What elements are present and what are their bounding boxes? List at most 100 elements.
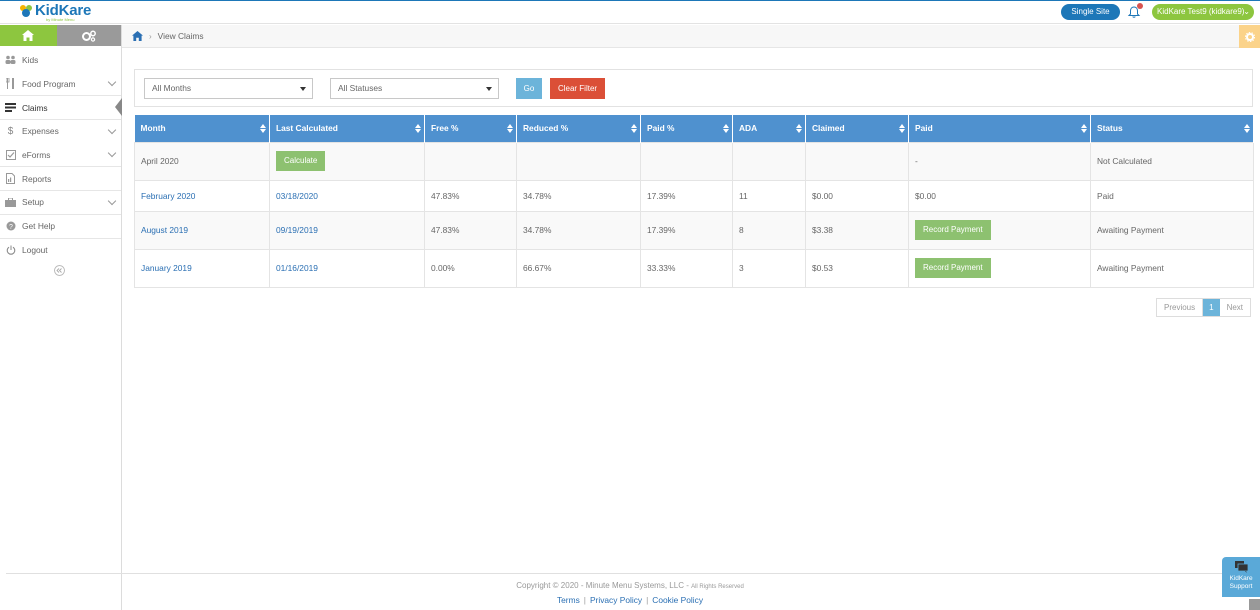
cell-last-calculated: 03/18/2020 [269,179,425,212]
sidebar-item-claims[interactable]: Claims [0,95,122,119]
cell-free-pct: 47.83% [424,179,517,212]
clear-filter-button[interactable]: Clear Filter [550,78,605,99]
column-header-last-calculated[interactable]: Last Calculated [269,115,425,142]
cell-status: Paid [1090,179,1254,212]
column-header-reduced-pct[interactable]: Reduced % [516,115,641,142]
footer-divider [6,573,1254,574]
privacy-policy-link[interactable]: Privacy Policy [590,595,642,605]
kidkare-support-button[interactable]: KidKare Support [1222,557,1260,597]
sidebar-item-logout[interactable]: Logout [0,237,121,262]
cell-reduced-pct: 66.67% [516,248,641,288]
home-icon[interactable] [132,31,143,41]
last-calculated-link[interactable]: 01/16/2019 [276,263,318,273]
record-payment-button[interactable]: Record Payment [915,220,991,240]
cell-claimed [805,141,909,181]
column-header-status[interactable]: Status [1090,115,1254,142]
cell-last-calculated: 09/19/2019 [269,210,425,250]
copyright-text: Copyright © 2020 - Minute Menu Systems, … [516,581,744,590]
sidebar-tab-home[interactable] [0,25,57,46]
chevron-down-icon [107,77,117,86]
svg-text:?: ? [9,224,13,231]
status-select[interactable]: All Statuses [330,78,499,99]
pagination: Previous 1 Next [1156,298,1252,317]
user-menu-button[interactable]: KidKare Test9 (kidkare9) ⌄ [1152,4,1254,20]
sidebar-item-label: eForms [22,149,51,160]
sort-icon [260,124,266,134]
caret-down-icon [300,87,306,91]
cell-paid-pct: 33.33% [640,248,733,288]
single-site-button[interactable]: Single Site [1061,4,1120,20]
pagination-previous[interactable]: Previous [1157,299,1204,316]
terms-link[interactable]: Terms [557,595,580,605]
footer-links: Terms | Privacy Policy | Cookie Policy [556,595,704,605]
sort-icon [899,124,905,134]
dollar-icon: $ [7,125,14,137]
cell-status: Awaiting Payment [1090,210,1254,250]
column-header-claimed[interactable]: Claimed [805,115,909,142]
sidebar-item-label: Get Help [22,221,56,232]
cell-month: January 2019 [134,248,270,288]
column-header-ada[interactable]: ADA [732,115,806,142]
go-button[interactable]: Go [516,78,542,99]
sidebar-item-get-help[interactable]: ? Get Help [0,213,121,238]
gears-icon [81,30,96,42]
table-row: February 2020 03/18/2020 47.83% 34.78% 1… [134,179,1254,212]
sort-icon [415,124,421,134]
cell-status: Not Calculated [1090,141,1254,181]
sidebar-item-setup[interactable]: Setup [0,190,121,214]
calculate-button[interactable]: Calculate [276,151,326,171]
sort-icon [1081,124,1087,134]
sidebar-item-label: Claims [22,102,48,113]
support-toggle-button[interactable] [1249,599,1260,610]
cell-paid: Record Payment [908,210,1091,250]
sidebar-item-reports[interactable]: Reports [0,166,121,190]
active-indicator [115,98,122,117]
column-header-paid-pct[interactable]: Paid % [640,115,733,142]
month-link[interactable]: August 2019 [141,225,188,235]
table-row: January 2019 01/16/2019 0.00% 66.67% 33.… [134,248,1254,288]
record-payment-button[interactable]: Record Payment [915,258,991,278]
kids-icon [5,54,16,65]
sidebar-item-food-program[interactable]: Food Program [0,72,121,96]
pagination-page[interactable]: 1 [1203,299,1220,316]
logo-icon [20,5,32,17]
cell-last-calculated: Calculate [269,141,425,181]
cell-month: August 2019 [134,210,270,250]
column-header-month[interactable]: Month [134,115,270,142]
sidebar-item-label: Logout [22,244,48,255]
breadcrumb: › View Claims [122,25,1260,48]
sort-icon [507,124,513,134]
last-calculated-link[interactable]: 03/18/2020 [276,191,318,201]
pagination-next[interactable]: Next [1220,299,1250,316]
claims-icon [5,102,16,113]
column-header-paid[interactable]: Paid [908,115,1091,142]
page-settings-button[interactable] [1239,25,1260,48]
collapse-sidebar-icon[interactable] [54,265,65,276]
sidebar-item-expenses[interactable]: $ Expenses [0,119,121,143]
month-select[interactable]: All Months [144,78,313,99]
sidebar-item-label: Food Program [22,78,76,89]
support-label: KidKare [1229,575,1253,582]
chevron-down-icon: ⌄ [1243,7,1250,16]
column-header-free-pct[interactable]: Free % [424,115,517,142]
month-link[interactable]: January 2019 [141,263,192,273]
chat-icon [1235,561,1248,573]
sidebar-tabs [0,25,121,46]
briefcase-icon [5,197,16,208]
table-header-row: Month Last Calculated Free % Reduced % P… [134,115,1254,142]
cell-reduced-pct: 34.78% [516,179,641,212]
cell-free-pct [424,141,517,181]
report-icon [5,173,16,185]
user-name: KidKare Test9 (kidkare9) [1157,7,1245,16]
table-row: August 2019 09/19/2019 47.83% 34.78% 17.… [134,210,1254,250]
cell-paid: - [908,141,1091,181]
cookie-policy-link[interactable]: Cookie Policy [652,595,703,605]
sidebar-item-kids[interactable]: Kids [0,48,121,72]
last-calculated-link[interactable]: 09/19/2019 [276,225,318,235]
cell-paid-pct: 17.39% [640,179,733,212]
sidebar-tab-settings[interactable] [56,25,121,46]
month-link[interactable]: February 2020 [141,191,195,201]
cell-claimed: $0.00 [805,179,909,212]
sidebar-item-eforms[interactable]: eForms [0,143,121,167]
sidebar: Kids Food Program Claims $ Expenses eFor [0,25,122,610]
